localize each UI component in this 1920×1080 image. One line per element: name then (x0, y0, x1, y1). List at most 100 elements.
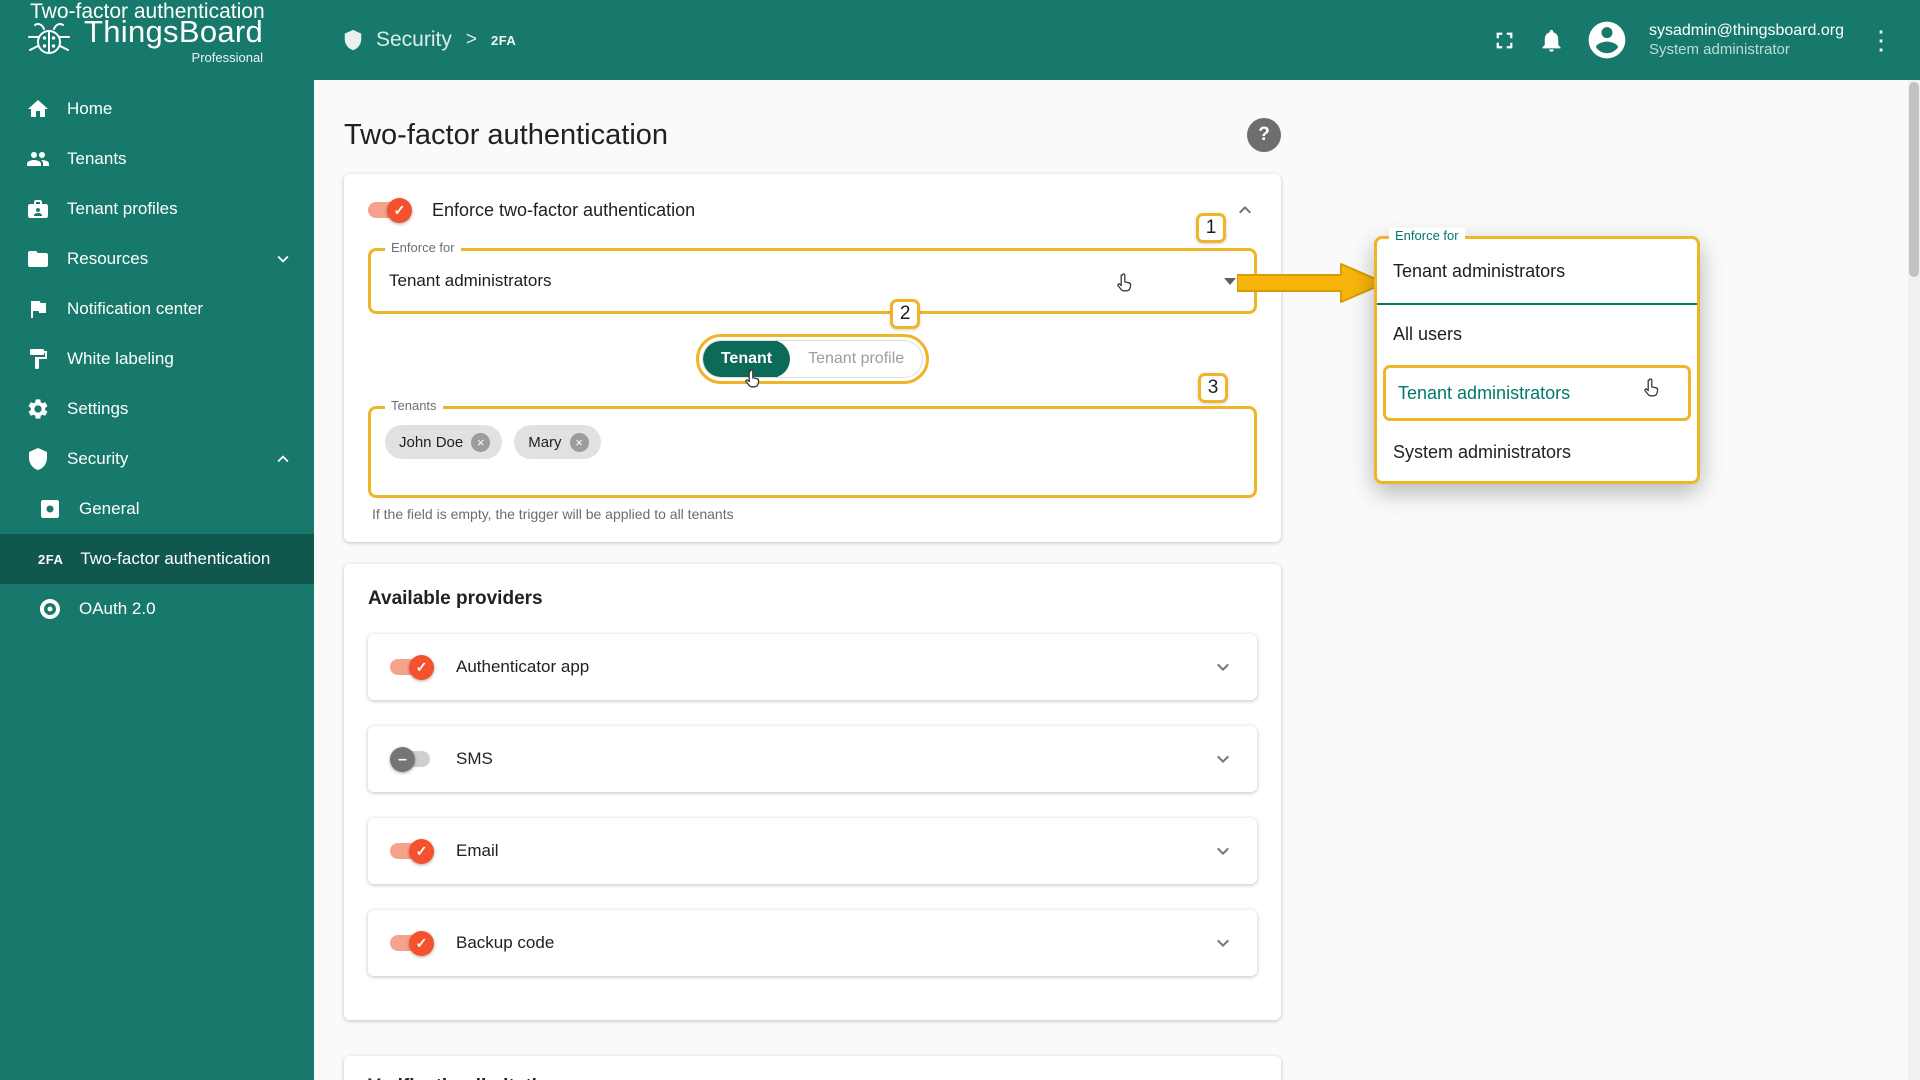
toggle-thumb: ✓ (409, 839, 434, 864)
providers-card: Available providers ✓ Authenticator app … (344, 564, 1281, 1020)
sidebar-item-label: OAuth 2.0 (79, 599, 156, 618)
provider-toggle[interactable]: ✓ (390, 931, 434, 956)
chevron-down-icon (277, 255, 289, 263)
enforce-2fa-toggle[interactable]: ✓ (368, 198, 412, 223)
oauth-circle-icon (40, 599, 60, 619)
user-email: sysadmin@thingsboard.org (1648, 21, 1844, 39)
option-system-administrators[interactable]: System administrators (1377, 423, 1697, 481)
pointer-cursor-icon (1117, 273, 1132, 292)
sidebar-item-general[interactable]: General (0, 484, 314, 534)
thingsboard-bug-logo-icon (28, 23, 70, 54)
page-title-row: Two-factor authentication ? (344, 118, 1281, 152)
page-column: Two-factor authentication ? ✓ Enforce tw… (344, 80, 1281, 1080)
provider-toggle[interactable]: ✓ (390, 655, 434, 680)
sidebar-item-security[interactable]: Security (0, 434, 314, 484)
enforce-card: ✓ Enforce two-factor authentication Enfo… (344, 174, 1281, 542)
collapse-chevron-icon[interactable] (1233, 198, 1257, 222)
expand-chevron-icon[interactable] (1211, 931, 1235, 955)
provider-toggle[interactable]: – (390, 747, 434, 772)
chip-label: John Doe (399, 433, 464, 451)
provider-label: Authenticator app (456, 657, 590, 676)
enforce-for-label: Enforce for (385, 240, 461, 255)
provider-row-authenticator-app[interactable]: ✓ Authenticator app (368, 634, 1257, 700)
provider-label: Backup code (456, 933, 555, 952)
twofa-icon: 2FA (490, 32, 517, 48)
enforce-for-value: Tenant administrators (389, 271, 552, 290)
entity-type-row: Tenant Tenant profile 2 (368, 299, 1257, 388)
toggle-thumb: ✓ (409, 931, 434, 956)
tenants-helper-text: If the field is empty, the trigger will … (372, 506, 734, 522)
expand-chevron-icon[interactable] (1211, 655, 1235, 679)
verification-title: Verification limitations (368, 1076, 1257, 1080)
breadcrumb-security[interactable]: Security (376, 28, 452, 52)
sidebar-item-two-factor-authentication[interactable]: 2FA Two-factor authentication (0, 534, 314, 584)
segment-tenant[interactable]: Tenant (702, 341, 791, 377)
segment-tenant-profile[interactable]: Tenant profile (790, 341, 922, 377)
chip-remove-icon[interactable]: × (569, 432, 589, 452)
dash-icon: – (398, 750, 407, 768)
provider-row-email[interactable]: ✓ Email (368, 818, 1257, 884)
shield-icon (29, 448, 47, 470)
user-avatar-icon[interactable] (1585, 18, 1629, 62)
dropdown-field[interactable]: Tenant administrators (1377, 239, 1697, 305)
sidebar-item-notification-center[interactable]: Notification center (0, 284, 314, 334)
scrollbar-track[interactable] (1908, 80, 1920, 1080)
sidebar-item-label: Security (67, 449, 129, 468)
home-icon (28, 100, 48, 117)
sidebar-item-label: Two-factor authentication (80, 549, 271, 568)
sidebar-item-tenant-profiles[interactable]: Tenant profiles (0, 184, 314, 234)
option-tenant-administrators[interactable]: Tenant administrators (1383, 365, 1691, 421)
flag-icon (31, 301, 46, 318)
toggle-thumb: ✓ (409, 655, 434, 680)
enforce-2fa-label: Enforce two-factor authentication (432, 199, 696, 220)
step-badge-2: 2 (890, 299, 921, 329)
help-button[interactable]: ? (1247, 118, 1281, 152)
paint-icon (30, 349, 47, 369)
main-content: Two-factor authentication ? ✓ Enforce tw… (314, 80, 1920, 1080)
help-icon: ? (1258, 124, 1270, 145)
tenants-field[interactable]: Tenants John Doe × Mary × 3 (368, 373, 1257, 498)
expand-chevron-icon[interactable] (1211, 747, 1235, 771)
sidebar-item-oauth[interactable]: OAuth 2.0 (0, 584, 314, 634)
chevron-up-icon (277, 455, 289, 463)
sidebar-item-label: Home (67, 99, 113, 118)
chip-label: Mary (528, 433, 562, 451)
fullscreen-icon[interactable] (1491, 27, 1518, 54)
provider-toggle[interactable]: ✓ (390, 839, 434, 864)
enforce-for-select[interactable]: Enforce for Tenant administrators 1 (368, 213, 1257, 314)
page-title: Two-factor authentication (344, 118, 669, 151)
kebab-menu-icon[interactable]: ⋮ (1864, 27, 1898, 53)
sidebar-item-home[interactable]: Home (0, 84, 314, 134)
check-icon: ✓ (415, 935, 428, 951)
shield-icon (344, 29, 362, 51)
twofa-icon: 2FA (38, 551, 64, 567)
annotation-arrow (1237, 263, 1386, 303)
tenant-chip[interactable]: Mary × (514, 425, 601, 459)
provider-row-sms[interactable]: – SMS (368, 726, 1257, 792)
expand-chevron-icon[interactable] (1211, 839, 1235, 863)
folder-icon (28, 251, 48, 267)
sidebar-item-label: Resources (67, 249, 149, 268)
sidebar-item-tenants[interactable]: Tenants (0, 134, 314, 184)
sidebar: Home Tenants Tenant profiles Resources N… (0, 80, 314, 1080)
sidebar-item-white-labeling[interactable]: White labeling (0, 334, 314, 384)
provider-row-backup-code[interactable]: ✓ Backup code (368, 910, 1257, 976)
sidebar-item-resources[interactable]: Resources (0, 234, 314, 284)
check-icon: ✓ (393, 202, 406, 218)
notifications-bell-icon[interactable] (1538, 27, 1565, 54)
dropdown-field-label: Enforce for (1389, 228, 1465, 243)
breadcrumb-page: Two-factor authentication (30, 0, 265, 23)
tenant-chip[interactable]: John Doe × (385, 425, 503, 459)
option-label: Tenant administrators (1398, 382, 1571, 403)
option-all-users[interactable]: All users (1377, 305, 1697, 363)
scrollbar-thumb[interactable] (1909, 82, 1919, 277)
chip-remove-icon[interactable]: × (471, 432, 491, 452)
sidebar-item-label: Notification center (67, 299, 204, 318)
enforce-card-header: ✓ Enforce two-factor authentication (368, 192, 1257, 228)
brand-edition: Professional (191, 49, 264, 65)
step-badge-1: 1 (1196, 213, 1226, 243)
gear-icon (28, 399, 48, 419)
sidebar-item-settings[interactable]: Settings (0, 384, 314, 434)
user-info: sysadmin@thingsboard.org System administ… (1649, 21, 1844, 60)
step-badge-3: 3 (1198, 373, 1228, 403)
